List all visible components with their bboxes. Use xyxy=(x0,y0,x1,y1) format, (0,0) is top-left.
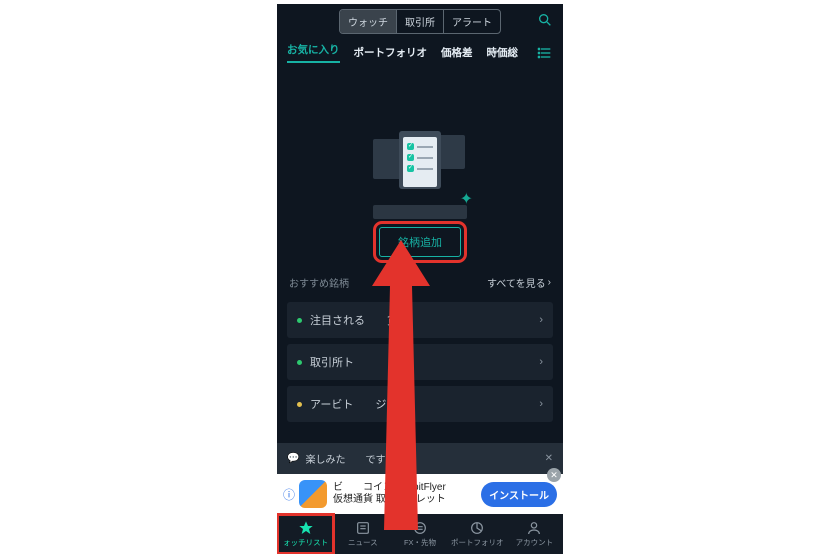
promo-banner[interactable]: 💬 楽しみた です ✕ xyxy=(277,443,563,474)
seg-alert[interactable]: アラート xyxy=(444,10,500,33)
nav-fx[interactable]: FX・先物 xyxy=(391,514,448,554)
recommend-header: おすすめ銘柄 すべてを見る › xyxy=(277,257,563,296)
recommend-title: おすすめ銘柄 xyxy=(289,275,349,290)
recommend-item[interactable]: 注目される 貨 › xyxy=(287,302,553,338)
recommend-item-label: 取引所ト xyxy=(310,354,354,370)
segment-control: ウォッチ 取引所 アラート xyxy=(339,9,501,34)
add-symbol-button[interactable]: 銘柄追加 xyxy=(379,227,461,257)
top-bar: ウォッチ 取引所 アラート xyxy=(277,4,563,38)
empty-state: ✦ 銘柄追加 xyxy=(277,131,563,257)
plant-icon: ✦ xyxy=(460,189,473,209)
ad-app-icon xyxy=(299,480,327,508)
recommend-item[interactable]: 取引所ト › xyxy=(287,344,553,380)
recommend-item-label: 注目される 貨 xyxy=(310,312,398,328)
status-dot-icon xyxy=(297,402,302,407)
status-dot-icon xyxy=(297,360,302,365)
ad-text: ビ コインならbitFlyer 仮想通貨 取引ウォレット xyxy=(333,482,446,506)
ad-info-icon[interactable]: ⓘ xyxy=(283,486,295,503)
status-dot-icon xyxy=(297,318,302,323)
close-icon[interactable]: ✕ xyxy=(545,453,553,464)
clipboard-illustration: ✦ xyxy=(365,131,475,221)
list-view-icon[interactable] xyxy=(537,45,553,61)
news-icon xyxy=(355,520,371,536)
bottom-nav: ォッチリスト ニュース FX・先物 ポートフォリオ アカウント xyxy=(277,514,563,554)
seg-watch[interactable]: ウォッチ xyxy=(340,10,397,33)
chevron-right-icon: › xyxy=(539,398,543,410)
chevron-right-icon: › xyxy=(539,356,543,368)
exchange-icon xyxy=(412,520,428,536)
tab-marketcap[interactable]: 時価総 xyxy=(487,45,519,60)
pie-icon xyxy=(469,520,485,536)
chat-icon: 💬 xyxy=(287,453,299,464)
ad-close-icon[interactable]: ✕ xyxy=(547,468,561,482)
user-icon xyxy=(526,520,542,536)
tab-portfolio[interactable]: ポートフォリオ xyxy=(354,45,428,60)
ad-banner[interactable]: ⓘ ビ コインならbitFlyer 仮想通貨 取引ウォレット インストール ✕ xyxy=(277,474,563,514)
tab-favorites[interactable]: お気に入り xyxy=(287,42,340,63)
recommend-item-label: アービト ジ xyxy=(310,396,386,412)
tab-spread[interactable]: 価格差 xyxy=(441,45,473,60)
install-button[interactable]: インストール xyxy=(481,482,557,507)
search-icon[interactable] xyxy=(537,12,553,28)
chevron-right-icon: › xyxy=(548,277,551,288)
see-all-link[interactable]: すべてを見る › xyxy=(487,275,551,290)
nav-account[interactable]: アカウント xyxy=(506,514,563,554)
app-screen: ウォッチ 取引所 アラート お気に入り ポートフォリオ 価格差 時価総 ✦ 銘柄… xyxy=(277,4,563,554)
seg-exchange[interactable]: 取引所 xyxy=(397,10,444,33)
nav-portfolio[interactable]: ポートフォリオ xyxy=(449,514,506,554)
star-icon xyxy=(298,520,314,536)
category-tabs: お気に入り ポートフォリオ 価格差 時価総 xyxy=(277,38,563,71)
nav-news[interactable]: ニュース xyxy=(334,514,391,554)
chevron-right-icon: › xyxy=(539,314,543,326)
nav-watchlist[interactable]: ォッチリスト xyxy=(277,514,334,554)
recommend-item[interactable]: アービト ジ › xyxy=(287,386,553,422)
promo-text: 楽しみた です xyxy=(305,451,385,466)
